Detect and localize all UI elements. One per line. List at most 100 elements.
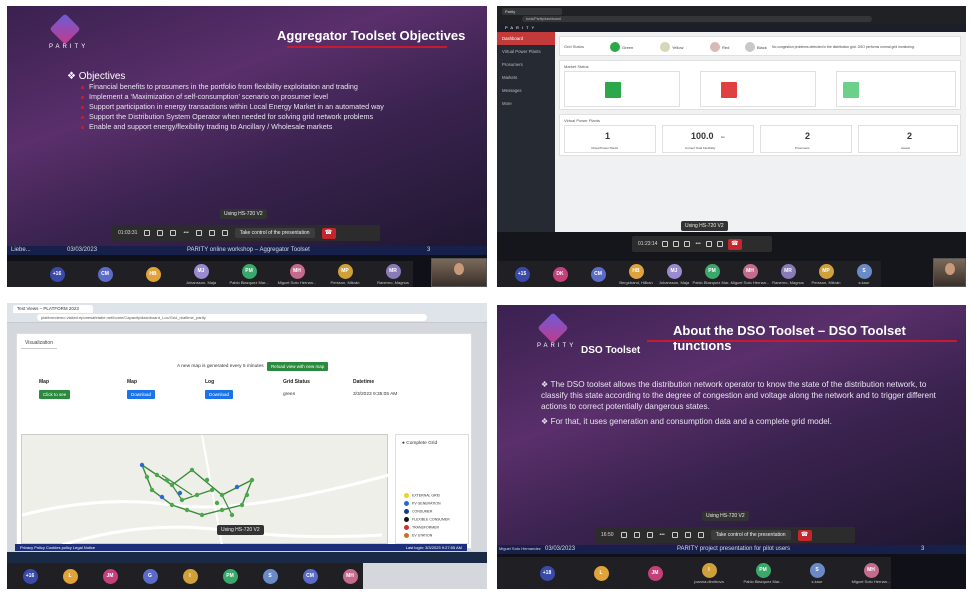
participant-tile[interactable]: MH Miguel Soto Hernan... [277, 263, 317, 285]
participant-name: Johansson, Maja [185, 279, 217, 285]
footer-page: 3 [921, 546, 925, 552]
sidebar-item-more[interactable]: More [497, 97, 555, 110]
panel-dashboard: Parity tools/Parity/dashboard PARITY Das… [497, 6, 966, 287]
chat-icon[interactable] [716, 241, 723, 247]
avatar: L [593, 565, 609, 581]
participant-tile[interactable]: MR Ranerno, Magnus [373, 263, 413, 285]
participant-tile[interactable]: MJ Johansson, Maja [657, 263, 691, 285]
participant-tile[interactable]: Ss.kaur [797, 562, 837, 584]
participant-tile[interactable]: DK [543, 266, 577, 282]
participant-tile[interactable]: PM [217, 568, 243, 584]
download-map-button[interactable]: Download [127, 390, 156, 399]
participant-tile[interactable]: CM [85, 266, 125, 282]
address-bar[interactable]: tools/Parity/dashboard [522, 16, 872, 22]
more-icon[interactable]: ••• [695, 241, 700, 247]
footer-links[interactable]: Privacy Policy Cookies policy Legal Noti… [20, 545, 95, 550]
sidebar-item-markets[interactable]: Markets [497, 71, 555, 84]
sidebar-item-dashboard[interactable]: Dashboard [497, 32, 555, 45]
camera-icon[interactable] [144, 230, 151, 236]
tab-visualization[interactable]: Visualization [21, 338, 57, 349]
address-bar[interactable]: platformdemo.visited.eponesafetabe.net/h… [37, 314, 427, 321]
grid-node [189, 467, 195, 473]
participant-tile[interactable]: JM [97, 568, 123, 584]
participant-name: Ranerno, Magnus [772, 279, 804, 285]
camera-icon[interactable] [662, 241, 669, 247]
participant-name: Pablo Blazquez Mar... [692, 279, 732, 285]
hand-icon[interactable] [671, 532, 678, 538]
participant-tile[interactable]: PM Pablo Blazquez Mar... [229, 263, 269, 285]
participant-tile[interactable]: MJ Johansson, Maja [181, 263, 221, 285]
participant-tile[interactable]: I [177, 568, 203, 584]
participant-tile[interactable]: +16 [37, 266, 77, 282]
hangup-button[interactable]: ☎ [321, 227, 336, 239]
download-log-button[interactable]: Download [205, 390, 234, 399]
avatar: HB [628, 263, 644, 279]
share-icon[interactable] [684, 241, 691, 247]
hangup-button[interactable]: ☎ [727, 238, 742, 250]
take-control-button[interactable]: Take control of the presentation [710, 530, 791, 540]
sidebar-item-vpp[interactable]: Virtual Power Plants [497, 45, 555, 58]
footer-date: 03/03/2023 [67, 247, 98, 253]
hangup-button[interactable]: ☎ [797, 529, 812, 541]
participant-tile[interactable]: HB [133, 266, 173, 282]
chat-icon[interactable] [208, 230, 215, 236]
participant-tile[interactable]: +16 [17, 568, 43, 584]
legend-swatch [404, 501, 409, 506]
more-icon[interactable]: ••• [183, 230, 188, 236]
participant-tile[interactable]: MP Persson, Mikrán [325, 263, 365, 285]
participant-tile[interactable]: L [581, 565, 621, 581]
avatar: MH [742, 263, 758, 279]
reload-button[interactable]: Reload view with new map [267, 362, 329, 371]
participant-tile[interactable]: PM Pablo Blazquez Mar... [743, 562, 783, 584]
hand-icon[interactable] [705, 241, 712, 247]
grid-map-svg [21, 434, 390, 547]
participant-tile[interactable]: G [137, 568, 163, 584]
grid-node [219, 492, 225, 498]
share-icon[interactable] [170, 230, 177, 236]
hand-icon[interactable] [195, 230, 202, 236]
share-icon[interactable] [646, 532, 653, 538]
slide-title: Aggregator Toolset Objectives [277, 28, 466, 43]
participant-tile[interactable]: MR Ranerno, Magnus [771, 263, 805, 285]
participant-tile[interactable]: MH [337, 568, 363, 584]
windows-taskbar [7, 552, 487, 563]
participant-tile[interactable]: CM [581, 266, 615, 282]
participant-tile[interactable]: +15 [505, 266, 539, 282]
chat-icon[interactable] [684, 532, 691, 538]
people-icon[interactable] [221, 230, 228, 236]
participant-tile[interactable]: PM Pablo Blazquez Mar... [692, 263, 732, 285]
avatar: CM [302, 568, 318, 584]
bullet-item: Implement a ‘Maximization of self-consum… [67, 92, 467, 102]
click-to-see-button[interactable]: Click to see [39, 390, 71, 399]
participant-tile[interactable]: JM [635, 565, 675, 581]
more-icon[interactable]: ••• [660, 532, 665, 538]
mic-icon[interactable] [673, 241, 680, 247]
camera-icon[interactable] [620, 532, 627, 538]
participant-tile[interactable]: +18 [527, 565, 567, 581]
grid-map[interactable] [21, 434, 390, 547]
participant-tile[interactable]: MH Miguel Soto Hernan... [851, 562, 891, 584]
col-map: Map [39, 379, 49, 385]
legend-swatch [404, 525, 409, 530]
participant-tile[interactable]: L [57, 568, 83, 584]
grid-node [204, 477, 210, 483]
browser-tab[interactable]: Parity [502, 8, 562, 15]
avatar: MP [818, 263, 834, 279]
mic-icon[interactable] [633, 532, 640, 538]
take-control-button[interactable]: Take control of the presentation [234, 228, 315, 238]
slide: PARITY About the DSO Toolset – DSO Tools… [497, 305, 966, 545]
participant-tile[interactable]: MH Miguel Soto Hernan... [731, 263, 769, 285]
participant-tile[interactable]: MP Persson, Mikrán [809, 263, 843, 285]
mic-icon[interactable] [157, 230, 164, 236]
participant-tile[interactable]: Ijoanna.dimitrova [689, 562, 729, 584]
participant-tile[interactable]: CM [297, 568, 323, 584]
people-icon[interactable] [697, 532, 704, 538]
sidebar-item-messages[interactable]: Messages [497, 84, 555, 97]
meeting-toolbar: 01:23:14 ••• ☎ [632, 236, 772, 252]
browser-tab[interactable]: Test Views – PLATFORM 2023 [13, 305, 93, 313]
participant-tile[interactable]: Ss.kaur [847, 263, 881, 285]
participant-tile[interactable]: HB Bergstrand, Håkan [619, 263, 653, 285]
grid-node [184, 507, 190, 513]
participant-tile[interactable]: S [257, 568, 283, 584]
sidebar-item-prosumers[interactable]: Prosumers [497, 58, 555, 71]
